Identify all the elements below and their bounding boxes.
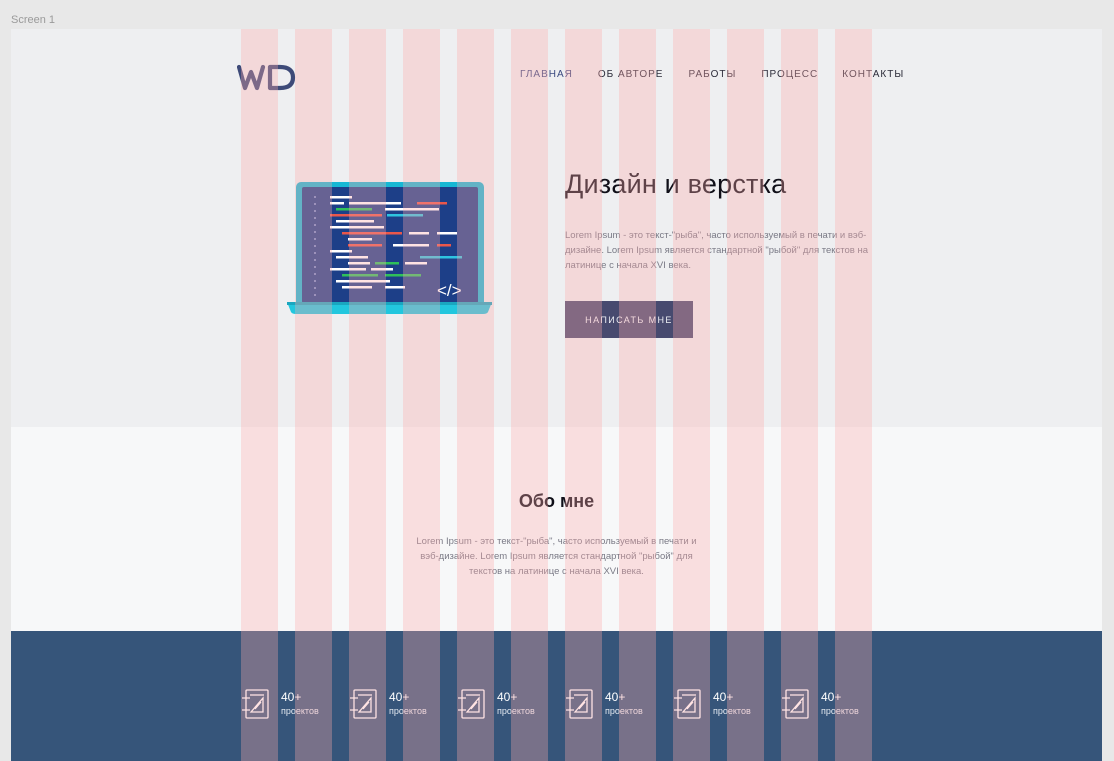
stat-label: проектов bbox=[713, 706, 751, 716]
hero-description: Lorem Ipsum - это текст-"рыба", часто ис… bbox=[565, 230, 869, 271]
stat-label: проектов bbox=[821, 706, 859, 716]
stat-item: 40+ проектов bbox=[241, 688, 319, 720]
about-description: Lorem Ipsum - это текст-"рыба", часто ис… bbox=[416, 536, 697, 577]
logo[interactable] bbox=[237, 62, 297, 92]
laptop-code-illustration: </> bbox=[287, 182, 492, 314]
project-drawing-icon bbox=[458, 689, 485, 719]
project-drawing-icon bbox=[782, 689, 809, 719]
code-tag-text: </> bbox=[437, 281, 462, 300]
project-drawing-icon bbox=[674, 689, 701, 719]
stat-value: 40+ bbox=[821, 690, 842, 704]
nav-item-process[interactable]: ПРОЦЕСС bbox=[761, 69, 818, 80]
project-drawing-icon bbox=[350, 689, 377, 719]
stats-section: 40+ проектов 40+ проектов 40+ проектов 40+ п… bbox=[11, 631, 1102, 761]
stat-value: 40+ bbox=[389, 690, 410, 704]
stat-value: 40+ bbox=[713, 690, 734, 704]
stat-item: 40+ проектов bbox=[349, 688, 427, 720]
nav-item-contacts[interactable]: КОНТАКТЫ bbox=[842, 69, 904, 80]
stat-item: 40+ проектов bbox=[781, 688, 859, 720]
stat-label: проектов bbox=[281, 706, 319, 716]
stat-item: 40+ проектов bbox=[673, 688, 751, 720]
stat-value: 40+ bbox=[605, 690, 626, 704]
artboard: ГЛАВНАЯ ОБ АВТОРЕ РАБОТЫ ПРОЦЕСС КОНТАКТ… bbox=[11, 29, 1102, 761]
project-drawing-icon bbox=[566, 689, 593, 719]
stat-label: проектов bbox=[389, 706, 427, 716]
stat-value: 40+ bbox=[497, 690, 518, 704]
artboard-label: Screen 1 bbox=[11, 14, 56, 26]
stat-item: 40+ проектов bbox=[457, 688, 535, 720]
hero-section: ГЛАВНАЯ ОБ АВТОРЕ РАБОТЫ ПРОЦЕСС КОНТАКТ… bbox=[11, 29, 1102, 427]
nav-item-home[interactable]: ГЛАВНАЯ bbox=[520, 69, 573, 80]
nav-item-about-author[interactable]: ОБ АВТОРЕ bbox=[598, 69, 664, 80]
main-nav: ГЛАВНАЯ ОБ АВТОРЕ РАБОТЫ ПРОЦЕСС КОНТАКТ… bbox=[520, 69, 904, 80]
stat-item: 40+ проектов bbox=[565, 688, 643, 720]
about-section: Обо мне Lorem Ipsum - это текст-"рыба", … bbox=[11, 427, 1102, 631]
stat-label: проектов bbox=[497, 706, 535, 716]
project-drawing-icon bbox=[242, 689, 269, 719]
nav-item-works[interactable]: РАБОТЫ bbox=[688, 69, 736, 80]
about-title: Обо мне bbox=[518, 491, 595, 511]
stat-value: 40+ bbox=[281, 690, 302, 704]
hero-title: Дизайн и верстка bbox=[565, 169, 787, 199]
write-me-button[interactable]: НАПИСАТЬ МНЕ bbox=[565, 301, 693, 338]
stat-label: проектов bbox=[605, 706, 643, 716]
